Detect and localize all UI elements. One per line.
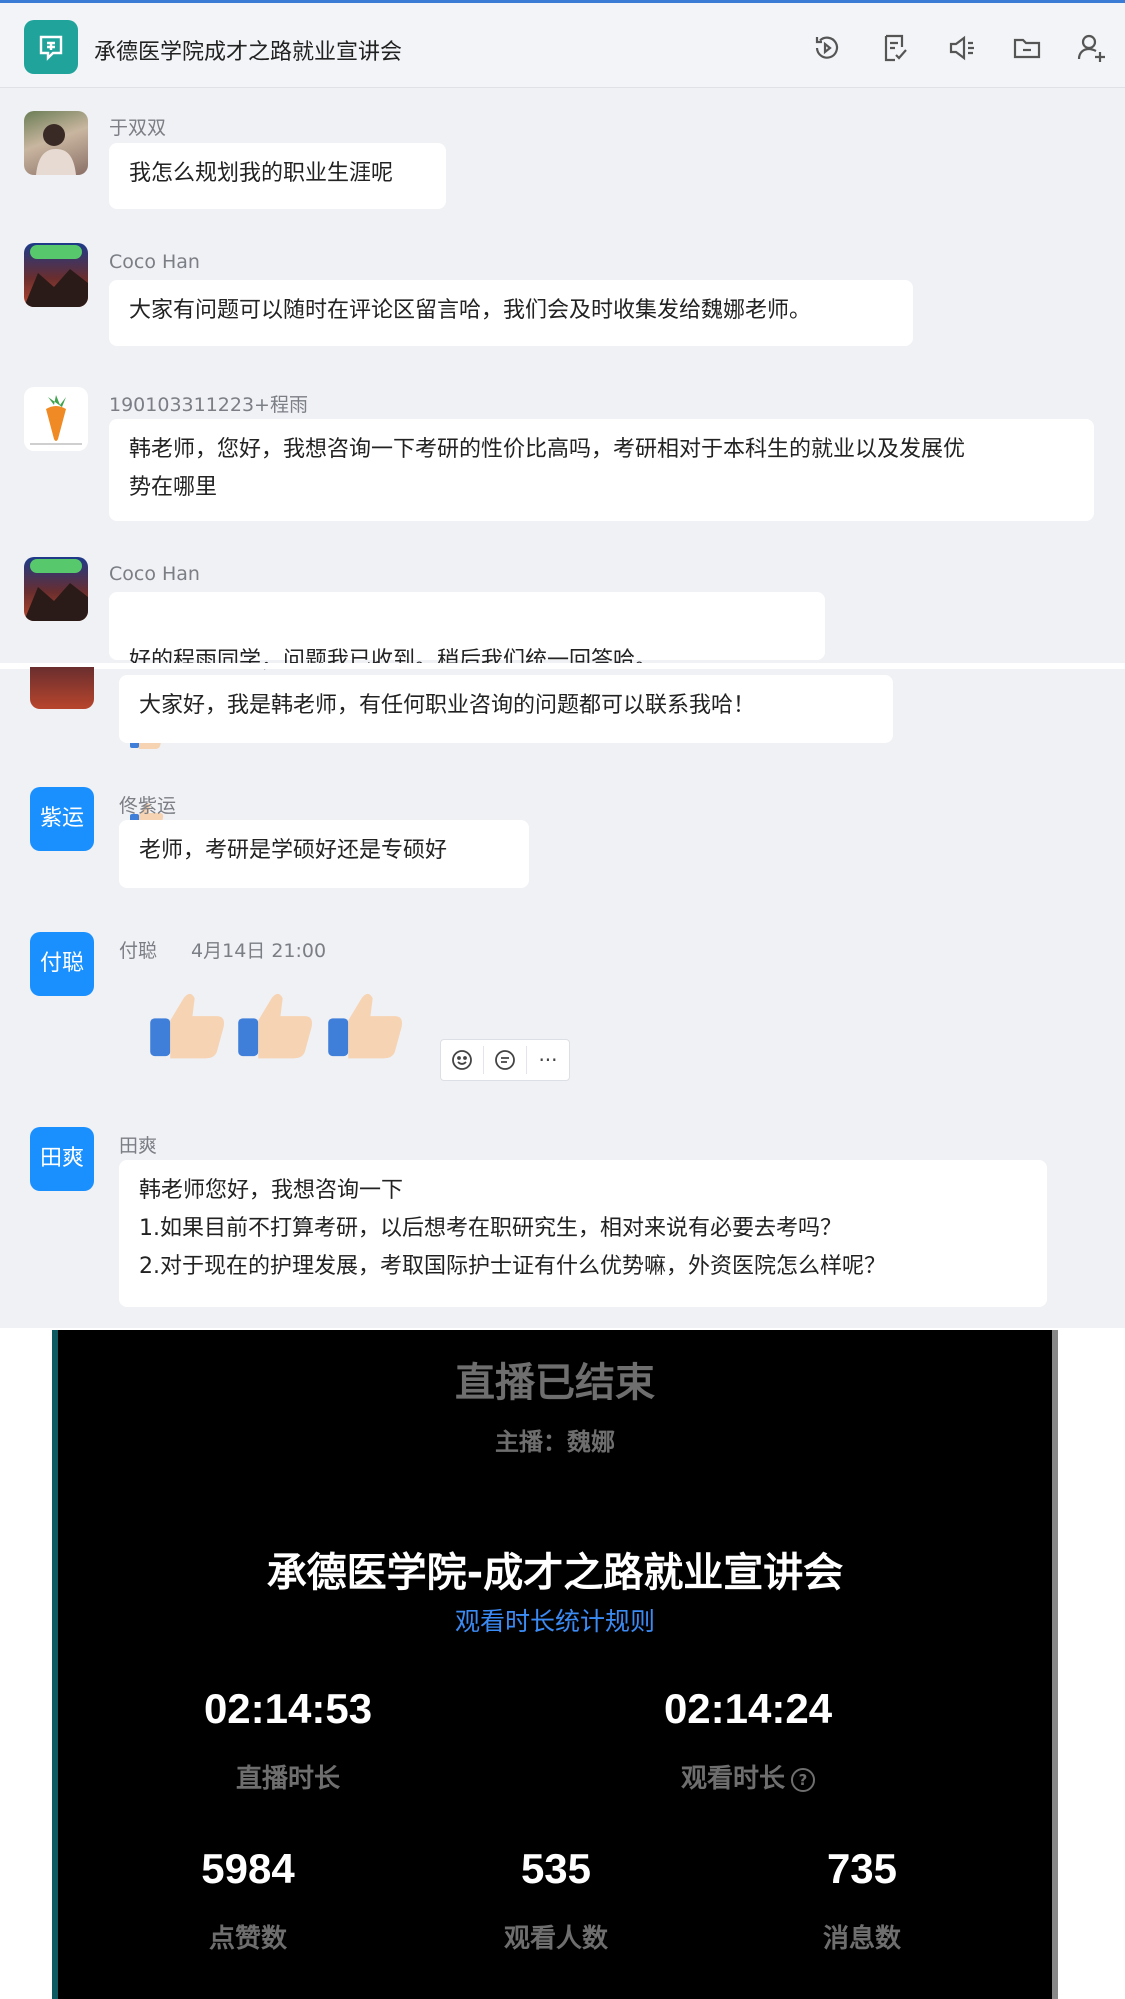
folder-icon[interactable]: [1010, 31, 1044, 65]
viewers-label: 观看人数: [503, 1924, 608, 1954]
likes-label: 点赞数: [208, 1924, 287, 1954]
message-bubble[interactable]: 韩老师您好，我想咨询一下 1.如果目前不打算考研，以后想考在职研究生，相对来说有…: [119, 1160, 1047, 1307]
watch-duration-label: 观看时长?: [618, 1758, 878, 1795]
messages-count-value: 735: [826, 1845, 898, 1892]
message-bubble[interactable]: 老师，考研是学硕好还是专硕好: [119, 820, 529, 888]
sender-name: Coco Han: [109, 563, 200, 585]
message-text: 好的程雨同学，问题我已收到。稍后我们统一回答哈。: [129, 648, 658, 673]
viewers-value: 535: [520, 1845, 592, 1892]
avatar[interactable]: [30, 667, 94, 709]
live-status: 直播已结束: [455, 1360, 655, 1406]
reply-icon[interactable]: [484, 1040, 526, 1080]
group-title: 承德医学院成才之路就业宣讲会: [94, 40, 403, 65]
message-bubble[interactable]: 我怎么规划我的职业生涯呢: [109, 143, 446, 209]
avatar[interactable]: 付聪: [30, 932, 94, 996]
sender-name: Coco Han: [109, 251, 200, 273]
avatar[interactable]: [24, 111, 88, 175]
thumbs-up-emoji-icon: [236, 985, 316, 1069]
avatar[interactable]: 田爽: [30, 1127, 94, 1191]
watch-duration-label-text: 观看时长: [680, 1764, 785, 1794]
sender-name: 佟紫运: [119, 795, 177, 817]
help-icon[interactable]: ?: [791, 1767, 815, 1792]
message-hover-toolbar: ···: [440, 1039, 570, 1081]
avatar[interactable]: 紫运: [30, 787, 94, 851]
add-member-icon[interactable]: [1075, 31, 1109, 65]
more-icon[interactable]: ···: [527, 1040, 569, 1080]
avatar[interactable]: [24, 387, 88, 451]
emoji-react-icon[interactable]: [441, 1040, 483, 1080]
thumbs-up-emoji-icon: [148, 985, 228, 1069]
avatar[interactable]: [24, 243, 88, 307]
live-title: 承德医学院-成才之路就业宣讲会: [266, 1550, 844, 1596]
sender-name: 于双双: [109, 117, 167, 139]
live-host: 主播：魏娜: [495, 1428, 615, 1456]
message-bubble[interactable]: 大家好，我是韩老师，有任何职业咨询的问题都可以联系我哈！: [119, 675, 893, 743]
watch-duration-value: 02:14:24: [663, 1685, 833, 1732]
notes-icon[interactable]: [878, 31, 912, 65]
chat-panel: 承德医学院成才之路就业宣讲会 于双双 我怎么规划我的职业生涯呢 Coco Han…: [0, 3, 1125, 1328]
thumbs-up-emoji-icon: [326, 985, 406, 1069]
history-icon[interactable]: [810, 31, 844, 65]
live-ended-card: 直播已结束 主播：魏娜 承德医学院-成才之路就业宣讲会 观看时长统计规则 02:…: [52, 1330, 1058, 1999]
sender-name-text: 付聪: [119, 940, 158, 962]
sender-name: 190103311223+程雨: [109, 394, 308, 416]
message-timestamp: 4月14日 21:00: [191, 940, 327, 962]
sender-name: 田爽: [119, 1135, 158, 1157]
message-bubble[interactable]: 好的程雨同学，问题我已收到。稍后我们统一回答哈。: [109, 592, 825, 832]
screenshot-seam: [0, 663, 1125, 669]
live-duration-label: 直播时长: [235, 1764, 340, 1794]
messages-count-label: 消息数: [822, 1924, 901, 1954]
watch-time-rules-link[interactable]: 观看时长统计规则: [58, 1602, 1052, 1638]
live-duration-value: 02:14:53: [203, 1685, 373, 1732]
message-bubble[interactable]: 大家有问题可以随时在评论区留言哈，我们会及时收集发给魏娜老师。: [109, 280, 913, 346]
avatar[interactable]: [24, 557, 88, 621]
sender-name: 付聪 4月14日 21:00: [119, 936, 326, 963]
announcement-icon[interactable]: [945, 31, 979, 65]
message-bubble[interactable]: 韩老师，您好，我想咨询一下考研的性价比高吗，考研相对于本科生的就业以及发展优 势…: [109, 419, 1094, 521]
likes-value: 5984: [201, 1845, 295, 1892]
group-avatar-icon[interactable]: [24, 20, 78, 74]
chat-header: 承德医学院成才之路就业宣讲会: [0, 3, 1125, 88]
